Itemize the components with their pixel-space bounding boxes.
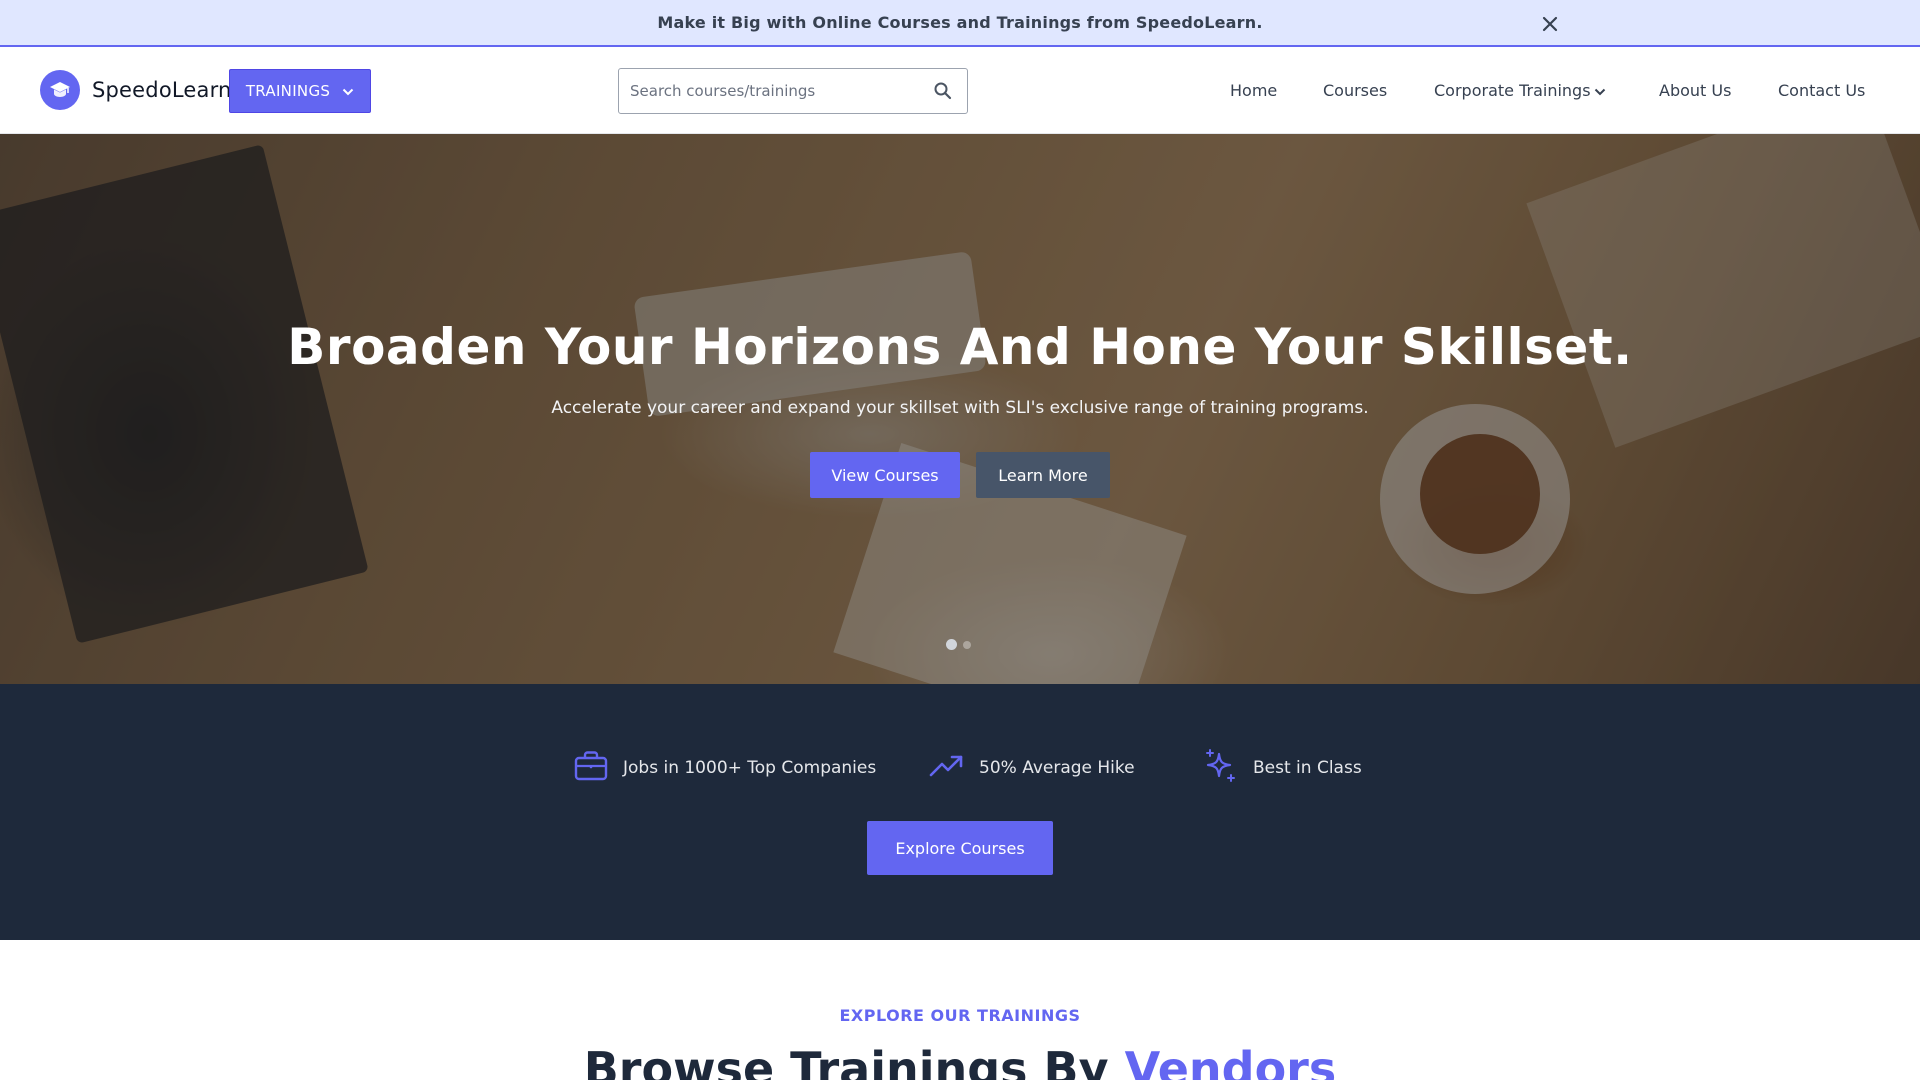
hero-title: Broaden Your Horizons And Hone Your Skil…: [287, 318, 1633, 376]
search-bar: [618, 68, 968, 114]
search-input[interactable]: [619, 82, 919, 100]
stat-label: 50% Average Hike: [979, 758, 1135, 778]
stat-label: Best in Class: [1253, 758, 1362, 778]
section-title: Browse Trainings By Vendors: [0, 1042, 1920, 1080]
logo[interactable]: SpeedoLearn: [40, 70, 232, 110]
hero-banner: Broaden Your Horizons And Hone Your Skil…: [0, 134, 1920, 684]
view-courses-button[interactable]: View Courses: [810, 452, 960, 498]
hero-subtitle: Accelerate your career and expand your s…: [551, 398, 1369, 418]
close-icon[interactable]: [1538, 12, 1562, 36]
nav-corporate-trainings-label: Corporate Trainings: [1434, 81, 1591, 100]
graduation-cap-icon: [40, 70, 80, 110]
explore-trainings-section: EXPLORE OUR TRAININGS Browse Trainings B…: [0, 940, 1920, 1080]
stat-label: Jobs in 1000+ Top Companies: [623, 758, 877, 778]
stat-jobs: Jobs in 1000+ Top Companies: [573, 748, 876, 788]
sparkles-icon: [1203, 748, 1239, 788]
nav-contact-us[interactable]: Contact Us: [1778, 81, 1865, 100]
trainings-button-label: TRAININGS: [245, 82, 331, 100]
stat-best: Best in Class: [1203, 748, 1362, 788]
hero-content: Broaden Your Horizons And Hone Your Skil…: [0, 134, 1920, 684]
nav-about-us[interactable]: About Us: [1659, 81, 1731, 100]
announcement-bar: Make it Big with Online Courses and Trai…: [0, 0, 1920, 47]
learn-more-button[interactable]: Learn More: [976, 452, 1110, 498]
nav-corporate-trainings[interactable]: Corporate Trainings: [1434, 81, 1606, 100]
trending-up-icon: [929, 748, 965, 788]
section-title-prefix: Browse Trainings By: [583, 1042, 1125, 1080]
stat-hike: 50% Average Hike: [929, 748, 1135, 788]
carousel-dots: [946, 639, 971, 650]
brand-name: SpeedoLearn: [92, 78, 232, 102]
section-title-accent: Vendors: [1124, 1042, 1337, 1080]
trainings-dropdown-button[interactable]: TRAININGS: [229, 69, 371, 113]
explore-courses-button[interactable]: Explore Courses: [867, 821, 1053, 875]
carousel-dot-active[interactable]: [946, 639, 957, 650]
carousel-dot[interactable]: [963, 641, 971, 649]
stats-band: Jobs in 1000+ Top Companies 50% Average …: [0, 684, 1920, 940]
announcement-text: Make it Big with Online Courses and Trai…: [657, 13, 1263, 32]
section-eyebrow: EXPLORE OUR TRAININGS: [839, 1006, 1081, 1025]
nav-home[interactable]: Home: [1230, 81, 1277, 100]
search-icon[interactable]: [933, 81, 953, 101]
site-header: SpeedoLearn TRAININGS Home Courses Corpo…: [0, 47, 1920, 134]
briefcase-icon: [573, 748, 609, 788]
chevron-down-icon: [342, 82, 354, 100]
nav-courses[interactable]: Courses: [1323, 81, 1387, 100]
chevron-down-icon: [1594, 81, 1606, 100]
